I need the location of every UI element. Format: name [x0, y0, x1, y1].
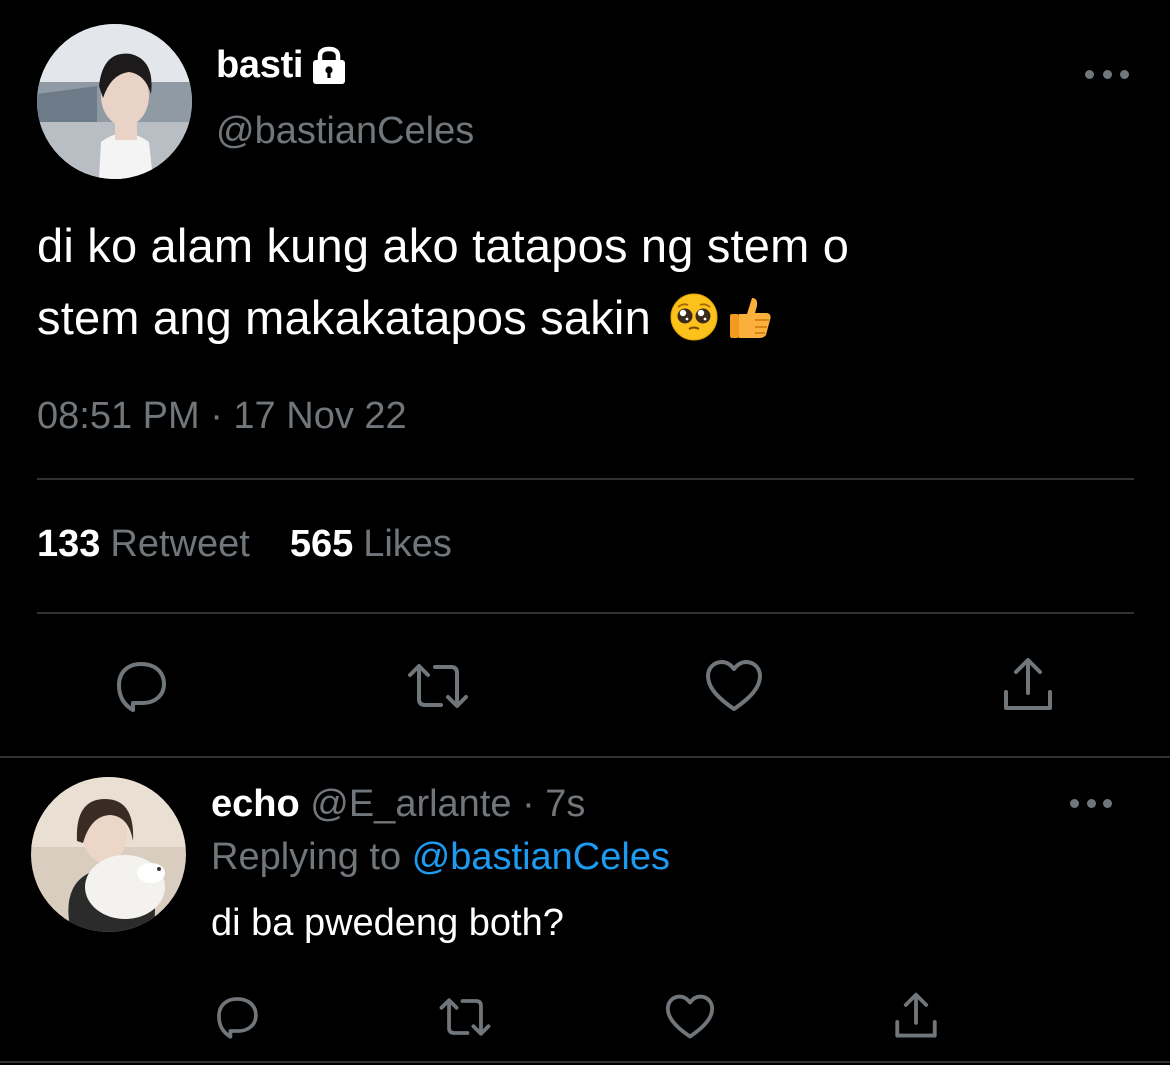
author-name-row: basti: [216, 44, 349, 87]
replying-to: Replying to @bastianCeles: [211, 836, 670, 879]
reply-retweet-icon[interactable]: [436, 995, 494, 1039]
author-avatar[interactable]: [37, 24, 192, 179]
reply-reply-icon[interactable]: [212, 992, 262, 1042]
reply-share-icon[interactable]: [892, 990, 940, 1042]
reply-header: echo @E_arlante · 7s: [211, 783, 585, 826]
retweet-count: 133: [37, 523, 101, 565]
reply-more-options-icon[interactable]: [1070, 790, 1112, 816]
tweet-text-line: di ko alam kung ako tatapos ng stem o: [37, 219, 850, 272]
replying-prefix: Replying to: [211, 836, 402, 878]
retweet-icon[interactable]: [404, 660, 472, 712]
retweet-stat[interactable]: 133 Retweet: [37, 523, 250, 566]
tweet-timestamp[interactable]: 08:51 PM · 17 Nov 22: [37, 395, 407, 438]
reply-like-icon[interactable]: [664, 993, 716, 1041]
retweet-label: Retweet: [110, 523, 250, 565]
pleading-face-emoji: [669, 292, 719, 342]
tweet-text: di ko alam kung ako tatapos ng stem o st…: [37, 210, 1127, 354]
divider: [37, 612, 1134, 614]
divider: [0, 756, 1170, 758]
replying-to-link[interactable]: @bastianCeles: [412, 836, 670, 878]
tweet-detail-view: basti @bastianCeles di ko alam kung ako …: [0, 0, 1170, 1065]
author-display-name[interactable]: basti: [216, 44, 304, 87]
tweet-text-line: stem ang makakatapos sakin: [37, 291, 651, 344]
more-options-icon[interactable]: [1085, 60, 1129, 88]
likes-label: Likes: [363, 523, 452, 565]
divider: [0, 1061, 1170, 1063]
reply-author-avatar[interactable]: [31, 777, 186, 932]
likes-stat[interactable]: 565 Likes: [290, 523, 452, 566]
author-handle[interactable]: @bastianCeles: [216, 110, 474, 153]
tweet-text-line-2: stem ang makakatapos sakin: [37, 282, 1127, 354]
tweet-stats: 133 Retweet 565 Likes: [37, 523, 452, 566]
likes-count: 565: [289, 523, 354, 565]
lock-icon: [309, 46, 349, 86]
like-icon[interactable]: [704, 658, 764, 714]
reply-text: di ba pwedeng both?: [211, 902, 564, 944]
reply-author-meta[interactable]: @E_arlante · 7s: [310, 783, 585, 825]
reply-author-name[interactable]: echo: [211, 783, 300, 825]
share-icon[interactable]: [1000, 655, 1056, 715]
reply-icon[interactable]: [112, 657, 170, 715]
thumbs-up-emoji: [725, 292, 775, 342]
divider: [37, 478, 1134, 480]
